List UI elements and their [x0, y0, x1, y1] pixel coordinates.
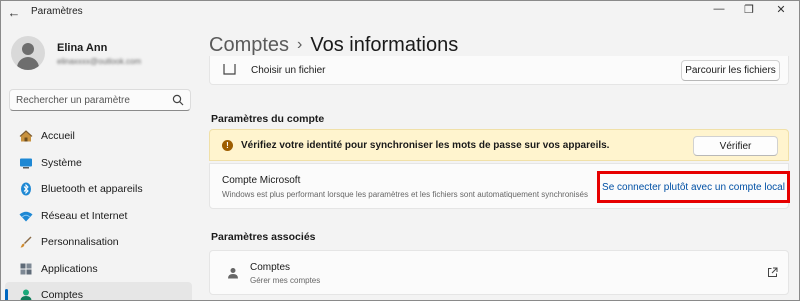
- sidebar-item-label: Applications: [41, 262, 98, 275]
- sidebar-item-label: Comptes: [41, 289, 84, 301]
- sidebar-item-label: Système: [41, 156, 82, 169]
- brush-icon: [20, 236, 32, 248]
- sidebar-item-bluetooth[interactable]: Bluetooth et appareils: [5, 176, 192, 203]
- monitor-icon: [20, 158, 32, 169]
- close-icon: ✕: [776, 3, 786, 16]
- back-button[interactable]: ←: [4, 3, 24, 21]
- section-title-account: Paramètres du compte: [211, 113, 325, 125]
- sidebar-item-reseau[interactable]: Réseau et Internet: [5, 203, 192, 230]
- person-icon: [20, 289, 32, 300]
- home-icon: [19, 130, 33, 142]
- avatar[interactable]: [11, 36, 45, 70]
- title-bar: ← Paramètres — ❐ ✕: [1, 1, 799, 23]
- browse-files-button[interactable]: Parcourir les fichiers: [681, 60, 780, 81]
- breadcrumb-chevron-icon: ›: [297, 36, 303, 53]
- accounts-description: Gérer mes comptes: [250, 276, 321, 285]
- verify-identity-banner: ! Vérifiez votre identité pour synchroni…: [209, 129, 789, 161]
- verify-button[interactable]: Vérifier: [693, 136, 778, 156]
- search-input[interactable]: [16, 93, 166, 107]
- sidebar-item-label: Accueil: [41, 130, 75, 143]
- photo-card: Choisir un fichier Parcourir les fichier…: [209, 56, 789, 85]
- microsoft-account-card: Compte Microsoft Windows est plus perfor…: [209, 163, 790, 209]
- apps-icon: [20, 263, 32, 275]
- microsoft-account-title: Compte Microsoft: [222, 175, 301, 186]
- search-box[interactable]: [9, 89, 191, 111]
- settings-window: ← Paramètres — ❐ ✕ Elina Ann elinaxxxx@o…: [0, 0, 800, 301]
- breadcrumb-parent[interactable]: Comptes: [209, 34, 289, 56]
- search-icon[interactable]: [172, 94, 184, 106]
- sidebar-item-personnalisation[interactable]: Personnalisation: [5, 229, 192, 256]
- app-title: Paramètres: [31, 6, 83, 17]
- sidebar-item-label: Personnalisation: [41, 236, 119, 249]
- choose-file-label: Choisir un fichier: [251, 65, 326, 76]
- folder-icon: [223, 64, 236, 75]
- warning-text: Vérifiez votre identité pour synchronise…: [241, 140, 610, 151]
- microsoft-account-description: Windows est plus performant lorsque les …: [222, 190, 588, 199]
- back-arrow-icon: ←: [7, 4, 21, 20]
- profile-name: Elina Ann: [57, 42, 108, 54]
- profile-email: elinaxxxx@outlook.com: [57, 57, 142, 66]
- page-title: Vos informations: [310, 34, 459, 56]
- person-icon: [228, 268, 238, 279]
- sidebar-item-applications[interactable]: Applications: [5, 256, 192, 283]
- wifi-icon: [19, 211, 33, 222]
- accounts-title: Comptes: [250, 262, 291, 273]
- close-button[interactable]: ✕: [766, 1, 796, 17]
- warning-icon: !: [222, 140, 233, 151]
- sidebar-item-label: Bluetooth et appareils: [41, 183, 143, 196]
- sidebar-item-label: Réseau et Internet: [41, 209, 128, 222]
- sidebar-nav: Accueil Système Bluetooth et appareils R…: [1, 123, 196, 301]
- minimize-button[interactable]: —: [704, 1, 734, 17]
- external-link-icon: [768, 267, 778, 277]
- restore-icon: ❐: [744, 3, 754, 16]
- sidebar-item-systeme[interactable]: Système: [5, 150, 192, 177]
- maximize-button[interactable]: ❐: [734, 1, 764, 17]
- minimize-icon: —: [713, 3, 725, 15]
- bluetooth-icon: [21, 182, 31, 196]
- accounts-related-card[interactable]: Comptes Gérer mes comptes: [209, 250, 789, 295]
- sign-in-local-account-link[interactable]: Se connecter plutôt avec un compte local: [597, 171, 790, 203]
- sidebar-item-accueil[interactable]: Accueil: [5, 123, 192, 150]
- section-title-related: Paramètres associés: [211, 231, 316, 243]
- breadcrumb: Comptes › Vos informations: [209, 34, 458, 57]
- sidebar-item-comptes[interactable]: Comptes: [5, 282, 192, 301]
